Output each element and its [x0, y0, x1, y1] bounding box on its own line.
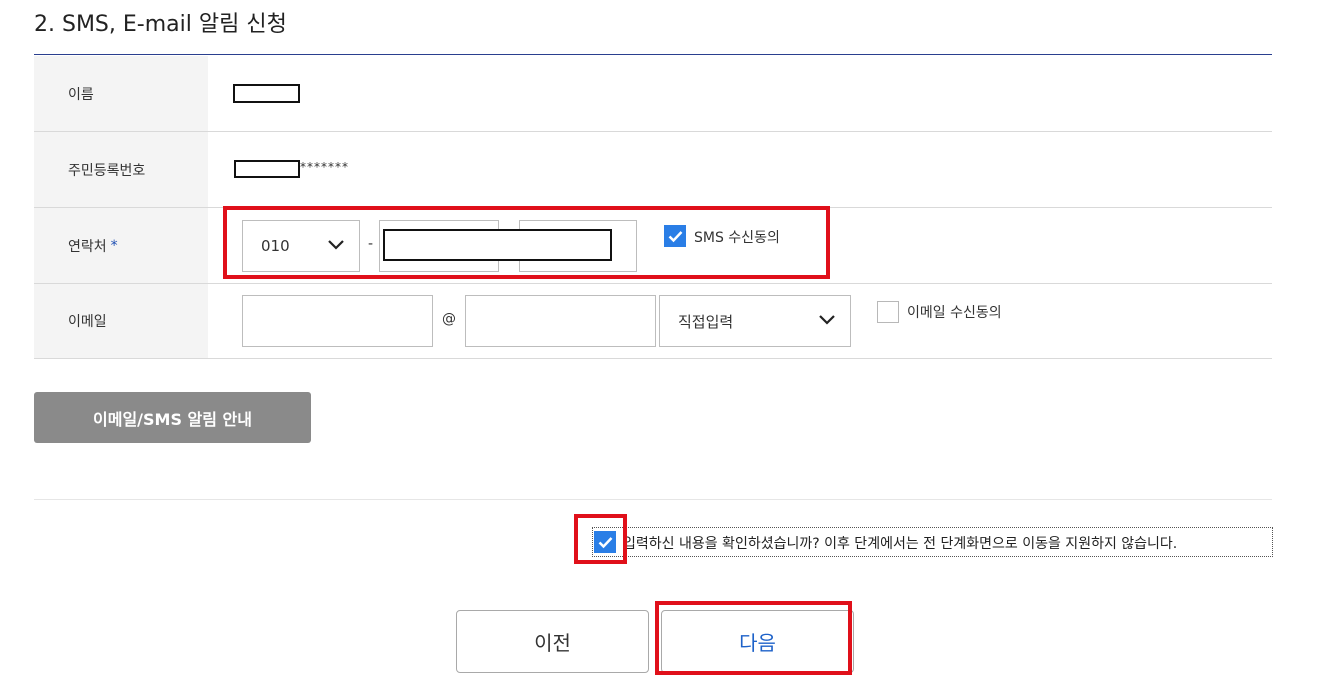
confirm-text[interactable]: 입력하신 내용을 확인하셨습니까? 이후 단계에서는 전 단계화면으로 이동을 …: [623, 533, 1177, 553]
email-label: 이메일: [34, 284, 208, 358]
title-divider: [34, 54, 1272, 55]
phone-prefix-select[interactable]: 010: [242, 220, 360, 272]
rrn-row: 주민등록번호: [34, 132, 1272, 208]
name-row: 이름: [34, 56, 1272, 132]
next-button[interactable]: 다음: [661, 610, 854, 673]
contact-label-text: 연락처: [68, 238, 107, 255]
email-id-input[interactable]: [242, 295, 433, 347]
section-divider: [34, 499, 1272, 500]
rrn-label-text: 주민등록번호: [68, 162, 146, 179]
email-consent-label[interactable]: 이메일 수신동의: [907, 302, 1002, 322]
rrn-redacted-value: [234, 160, 300, 178]
chevron-down-icon: [819, 315, 835, 325]
name-redacted-value: [233, 84, 300, 103]
name-label-text: 이름: [68, 86, 94, 103]
rrn-label: 주민등록번호: [34, 132, 208, 207]
sms-consent-label[interactable]: SMS 수신동의: [694, 227, 780, 247]
phone-redacted-value: [383, 229, 612, 261]
section-title: 2. SMS, E-mail 알림 신청: [34, 12, 287, 37]
sms-consent-checkbox[interactable]: [664, 225, 686, 247]
email-label-text: 이메일: [68, 314, 107, 330]
email-domain-select-value: 직접입력: [678, 312, 734, 331]
email-sms-info-button[interactable]: 이메일/SMS 알림 안내: [34, 392, 311, 443]
email-consent-checkbox[interactable]: [877, 301, 899, 323]
email-at-symbol: @: [442, 311, 456, 327]
chevron-down-icon: [328, 240, 344, 250]
prev-button[interactable]: 이전: [456, 610, 649, 673]
check-icon: [598, 537, 613, 549]
required-mark: *: [110, 237, 118, 254]
check-icon: [668, 231, 683, 243]
contact-label: 연락처 *: [34, 208, 208, 283]
phone-prefix-value: 010: [261, 237, 290, 255]
name-label: 이름: [34, 56, 208, 131]
phone-separator: -: [368, 236, 374, 252]
email-domain-input[interactable]: [465, 295, 656, 347]
confirm-checkbox[interactable]: [594, 531, 616, 553]
email-domain-select[interactable]: 직접입력: [659, 295, 851, 347]
rrn-masked-suffix: *******: [300, 160, 349, 174]
contact-row: 연락처 *: [34, 208, 1272, 284]
